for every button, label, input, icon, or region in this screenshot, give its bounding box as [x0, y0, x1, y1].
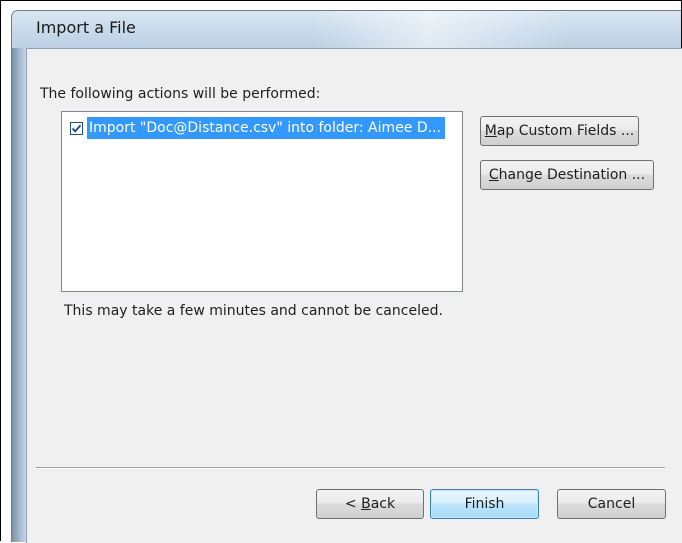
action-label: Import "Doc@Distance.csv" into folder: A… [89, 120, 441, 136]
finish-button[interactable]: Finish [430, 489, 539, 519]
finish-button-label: Finish [464, 496, 505, 512]
back-prefix: < [344, 496, 362, 512]
change-destination-button[interactable]: Change Destination ... [480, 160, 654, 190]
back-button-label: ack [370, 496, 396, 512]
dialog-title: Import a File [36, 18, 136, 37]
map-button-label: ap Custom Fields ... [496, 123, 635, 139]
footer-separator [36, 467, 665, 469]
selected-row-highlight: Import "Doc@Distance.csv" into folder: A… [87, 117, 445, 139]
action-checkbox[interactable] [70, 121, 83, 135]
instructions-label: The following actions will be performed: [40, 86, 321, 102]
dest-accel-key: C [488, 167, 499, 183]
list-item[interactable]: Import "Doc@Distance.csv" into folder: A… [66, 115, 461, 141]
title-bar: Import a File [12, 11, 681, 48]
map-accel-key: M [484, 123, 497, 139]
cancel-button-label: Cancel [587, 496, 636, 512]
back-accel-key: B [361, 496, 371, 512]
cancel-button[interactable]: Cancel [557, 489, 666, 519]
back-button[interactable]: < Back [316, 489, 424, 519]
map-custom-fields-button[interactable]: Map Custom Fields ... [480, 116, 639, 146]
actions-listbox[interactable]: Import "Doc@Distance.csv" into folder: A… [61, 111, 463, 292]
duration-note: This may take a few minutes and cannot b… [64, 303, 443, 319]
dest-button-label: hange Destination ... [498, 167, 646, 183]
check-icon [71, 124, 82, 133]
title-bar-sheen [312, 11, 572, 48]
